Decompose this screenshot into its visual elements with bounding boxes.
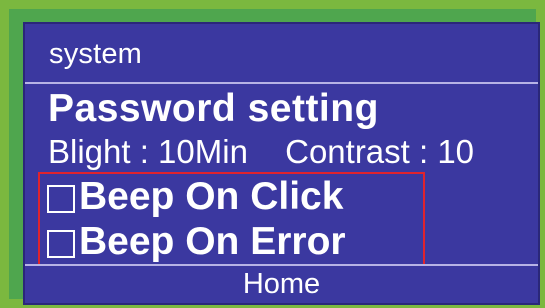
device-frame: system Password setting Blight : 10Min C… <box>0 0 545 308</box>
bottom-bar: Home <box>25 264 538 303</box>
password-setting-item[interactable]: Password setting <box>48 88 379 130</box>
lcd-screen: system Password setting Blight : 10Min C… <box>23 22 540 305</box>
beep-on-error-option[interactable]: Beep On Error <box>47 221 346 263</box>
beep-on-click-option[interactable]: Beep On Click <box>47 176 343 218</box>
blight-setting[interactable]: Blight : 10Min <box>48 133 248 170</box>
beep-on-error-checkbox[interactable] <box>47 229 75 258</box>
title-bar: system <box>25 24 538 84</box>
beep-options-selection: Beep On Click Beep On Error <box>38 172 425 266</box>
home-button[interactable]: Home <box>243 268 320 300</box>
beep-on-click-checkbox[interactable] <box>47 184 75 213</box>
page-title: system <box>49 38 143 70</box>
beep-on-error-label: Beep On Error <box>79 220 346 263</box>
contrast-setting[interactable]: Contrast : 10 <box>285 133 474 170</box>
settings-row: Blight : 10Min Contrast : 10 <box>48 134 474 170</box>
beep-on-click-label: Beep On Click <box>79 175 344 218</box>
